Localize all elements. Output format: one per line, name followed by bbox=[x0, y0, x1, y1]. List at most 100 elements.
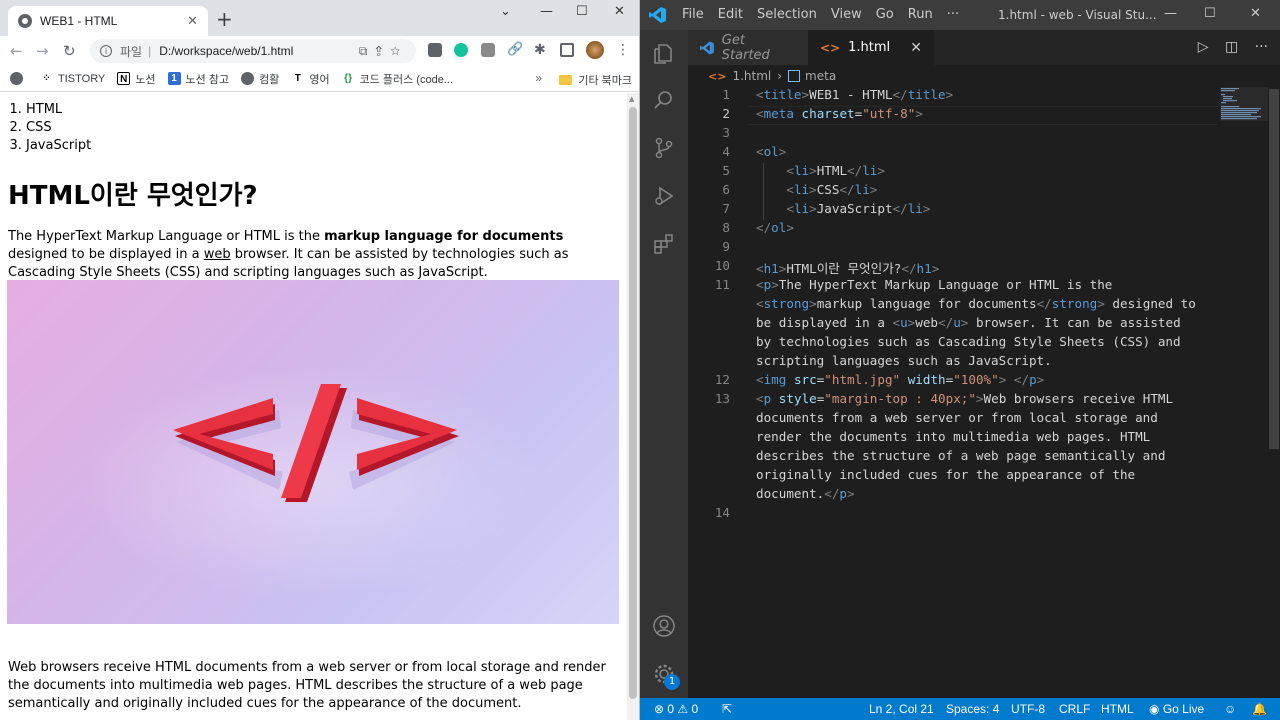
explorer-icon[interactable] bbox=[652, 42, 676, 66]
share-icon[interactable]: ⇪ bbox=[375, 44, 390, 58]
status-bar: ⊗ 0 ⚠ 0 ⇱ Ln 2, Col 21 Spaces: 4 UTF-8 C… bbox=[640, 698, 1280, 720]
problems-status[interactable]: ⊗ 0 ⚠ 0 bbox=[654, 702, 698, 716]
vscode-logo-icon bbox=[649, 7, 666, 23]
menu-view[interactable]: View bbox=[831, 7, 862, 22]
reload-icon[interactable]: ↻ bbox=[63, 42, 76, 60]
code-editor[interactable]: 1 2 3 4 5 6 7 8 9 10 11 12 13 14 <title>WEB1 - HTML</… bbox=[688, 87, 1280, 698]
line-number: 8 bbox=[722, 220, 730, 235]
bookmark-tistory[interactable]: ⁘ TISTORY bbox=[40, 72, 105, 85]
maximize-button[interactable]: ☐ bbox=[1204, 6, 1216, 21]
html-file-icon: <> bbox=[708, 69, 727, 83]
source-control-icon[interactable] bbox=[652, 136, 676, 160]
tab-strip: WEB1 - HTML ✕ + ⌄ — ☐ ✕ bbox=[0, 0, 639, 36]
cursor-position[interactable]: Ln 2, Col 21 bbox=[869, 702, 934, 716]
bookmark-star-icon[interactable]: ☆ bbox=[390, 44, 408, 58]
minimize-button[interactable]: — bbox=[540, 4, 553, 19]
intro-strong: markup language for documents bbox=[324, 229, 564, 244]
more-actions-icon[interactable]: ··· bbox=[1255, 39, 1268, 55]
line-number: 1 bbox=[722, 87, 730, 102]
scrollbar-thumb[interactable] bbox=[629, 107, 637, 699]
close-tab-icon[interactable]: ✕ bbox=[910, 40, 922, 56]
close-window-button[interactable]: ✕ bbox=[614, 4, 625, 19]
sidepanel-icon[interactable] bbox=[560, 43, 574, 57]
run-icon[interactable]: ▷ bbox=[1198, 39, 1209, 55]
live-share-icon[interactable]: ⇱ bbox=[722, 702, 732, 716]
web-page-content: HTML CSS JavaScript HTML이란 무엇인가? The Hyp… bbox=[0, 93, 627, 720]
close-tab-icon[interactable]: ✕ bbox=[187, 14, 198, 29]
grammarly-icon[interactable] bbox=[454, 43, 468, 57]
menu-file[interactable]: File bbox=[682, 7, 704, 22]
eol-status[interactable]: CRLF bbox=[1059, 702, 1090, 716]
search-icon[interactable] bbox=[652, 88, 676, 112]
accounts-icon[interactable] bbox=[652, 614, 676, 638]
bookmark-english[interactable]: T 영어 bbox=[291, 71, 330, 87]
symbol-icon bbox=[788, 70, 801, 82]
menu-edit[interactable]: Edit bbox=[718, 7, 743, 22]
browser-tab[interactable]: WEB1 - HTML ✕ bbox=[8, 6, 208, 36]
minimize-button[interactable]: — bbox=[1164, 6, 1177, 21]
folder-icon bbox=[559, 75, 573, 85]
bookmark-notion[interactable]: N 노션 bbox=[117, 71, 156, 87]
translate-icon[interactable]: ⧉ bbox=[359, 44, 376, 58]
info-icon[interactable]: i bbox=[100, 45, 112, 57]
feedback-icon[interactable]: ☺ bbox=[1224, 702, 1236, 716]
code-line: <p style="margin-top : 40px;">Web browse… bbox=[756, 391, 1174, 406]
extensions-icon[interactable] bbox=[652, 232, 676, 256]
menu-more[interactable]: ··· bbox=[947, 7, 959, 22]
breadcrumb-symbol[interactable]: meta bbox=[805, 69, 836, 83]
line-number: 7 bbox=[722, 201, 730, 216]
warning-count: 0 bbox=[691, 702, 699, 716]
close-window-button[interactable]: ✕ bbox=[1250, 6, 1261, 21]
line-number: 5 bbox=[722, 163, 730, 178]
list-item: JavaScript bbox=[26, 137, 91, 155]
forward-arrow-icon[interactable]: → bbox=[36, 42, 49, 60]
split-editor-icon[interactable]: ◫ bbox=[1225, 39, 1238, 55]
editor-scrollbar[interactable] bbox=[1268, 87, 1280, 698]
code-line: <li>JavaScript</li> bbox=[786, 201, 931, 216]
line-number: 6 bbox=[722, 182, 730, 197]
address-bar[interactable]: i 파일 | D:/workspace/web/1.html ⧉⇪☆ bbox=[90, 39, 416, 63]
menu-dots-icon[interactable]: ⋮ bbox=[616, 43, 630, 57]
bookmark-label: 노션 참고 bbox=[185, 73, 230, 86]
run-debug-icon[interactable] bbox=[652, 184, 676, 208]
error-count: 0 bbox=[667, 702, 675, 716]
notifications-bell-icon[interactable]: 🔔 bbox=[1252, 702, 1267, 716]
extension-icon[interactable] bbox=[428, 43, 442, 57]
editor-tabs: Get Started <> 1.html ✕ ▷ ◫ ··· bbox=[688, 30, 1280, 65]
new-tab-button[interactable]: + bbox=[216, 9, 233, 29]
scroll-up-arrow-icon[interactable]: ▲ bbox=[629, 95, 634, 103]
tab-1-html[interactable]: <> 1.html ✕ bbox=[808, 30, 934, 65]
maximize-button[interactable]: ☐ bbox=[576, 4, 588, 19]
extension-ex-icon[interactable] bbox=[481, 43, 495, 57]
bookmark-codeplus[interactable]: {} 코드 플러스 (code... bbox=[342, 71, 453, 87]
minimap[interactable] bbox=[1220, 87, 1268, 127]
back-arrow-icon[interactable]: ← bbox=[10, 42, 23, 60]
bookmark-notion-ref[interactable]: 1 노션 참고 bbox=[167, 71, 230, 87]
tistory-icon: ⁘ bbox=[42, 73, 51, 84]
language-mode[interactable]: HTML bbox=[1101, 702, 1134, 716]
code-line: documents from a web server or from loca… bbox=[756, 410, 1158, 425]
tab-get-started[interactable]: Get Started bbox=[688, 30, 808, 65]
code-line: describes the structure of a web page se… bbox=[756, 448, 1166, 463]
scrollbar-thumb[interactable] bbox=[1269, 89, 1279, 449]
breadcrumb-file[interactable]: 1.html bbox=[732, 69, 771, 83]
tab-search-icon[interactable]: ⌄ bbox=[500, 4, 511, 19]
menu-selection[interactable]: Selection bbox=[757, 7, 817, 22]
bookmark-computer[interactable]: 컴활 bbox=[241, 71, 279, 87]
bookmarks-overflow-button[interactable]: » bbox=[535, 71, 542, 85]
encoding-status[interactable]: UTF-8 bbox=[1011, 702, 1045, 716]
page-scrollbar[interactable]: ▲ bbox=[627, 93, 639, 720]
puzzle-icon[interactable]: ✱ bbox=[534, 43, 548, 57]
list-item: CSS bbox=[26, 119, 91, 137]
bookmark-label: 노션 bbox=[135, 73, 156, 86]
other-bookmarks[interactable]: 기타 북마크 bbox=[559, 72, 632, 88]
go-live-button[interactable]: ◉ Go Live bbox=[1149, 702, 1204, 716]
line-number: 4 bbox=[722, 144, 730, 159]
menu-run[interactable]: Run bbox=[908, 7, 933, 22]
link-icon[interactable]: 🔗 bbox=[507, 43, 523, 57]
profile-avatar[interactable] bbox=[586, 41, 604, 59]
bookmark-globe[interactable] bbox=[10, 72, 28, 85]
address-actions: ⧉⇪☆ bbox=[359, 44, 408, 59]
indentation-status[interactable]: Spaces: 4 bbox=[946, 702, 999, 716]
menu-go[interactable]: Go bbox=[876, 7, 894, 22]
